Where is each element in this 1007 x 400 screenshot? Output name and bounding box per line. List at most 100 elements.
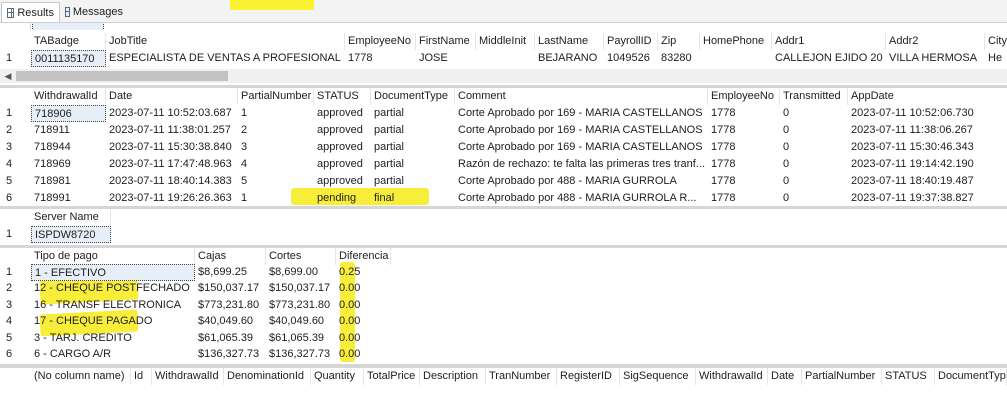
table-cell[interactable]: $8,699.25 [195, 264, 266, 281]
table-cell[interactable]: 0 [780, 156, 848, 173]
column-header[interactable]: RegisterID [557, 368, 620, 385]
table-cell[interactable]: 1778 [345, 50, 416, 67]
column-header[interactable]: MiddleInit [476, 33, 535, 50]
row-number[interactable]: 5 [0, 330, 30, 347]
table-cell[interactable]: 0 [780, 122, 848, 139]
table-cell[interactable]: Corte Aprobado por 169 - MARIA CASTELLAN… [455, 122, 708, 139]
column-header[interactable]: HomePhone [700, 33, 772, 50]
column-header[interactable]: Addr2 [886, 33, 985, 50]
table-cell[interactable]: $136,327.73 [266, 346, 336, 363]
table-cell[interactable]: Razón de rechazo: te falta las primeras … [455, 156, 708, 173]
table-cell[interactable]: 1778 [708, 156, 780, 173]
table-cell[interactable]: $40,049.60 [266, 313, 336, 330]
column-header[interactable]: Date [768, 368, 802, 385]
row-number[interactable]: 4 [0, 156, 30, 173]
table-cell[interactable]: 718911 [31, 122, 106, 139]
column-header[interactable]: PartialNumber [238, 88, 314, 105]
table-cell[interactable]: $136,327.73 [195, 346, 266, 363]
table-cell[interactable]: 2023-07-11 11:38:01.257 [106, 122, 238, 139]
table-cell[interactable]: approved [314, 122, 371, 139]
table-cell[interactable]: 5 [238, 173, 314, 190]
table-cell[interactable]: partial [371, 122, 455, 139]
table-cell[interactable]: BEJARANO [535, 50, 604, 67]
table-cell[interactable]: 2023-07-11 18:40:14.383 [106, 173, 238, 190]
table-cell[interactable]: 1049526 [604, 50, 658, 67]
column-header[interactable]: Diferencia [336, 248, 391, 265]
tab-messages[interactable]: Messages [60, 2, 128, 22]
table-cell[interactable]: 1778 [708, 105, 780, 122]
row-number[interactable]: 3 [0, 297, 30, 314]
row-number[interactable]: 1 [0, 105, 30, 122]
column-header[interactable]: WithdrawalId [696, 368, 768, 385]
column-header[interactable]: TABadge [31, 33, 106, 50]
column-header[interactable]: FirstName [416, 33, 476, 50]
column-header[interactable]: Tipo de pago [31, 248, 195, 265]
table-cell[interactable]: 2023-07-11 17:47:48.963 [106, 156, 238, 173]
row-number[interactable]: 1 [0, 264, 30, 281]
table-cell[interactable]: partial [371, 173, 455, 190]
table-cell[interactable]: 3 [238, 139, 314, 156]
scrollbar-thumb[interactable] [16, 71, 228, 81]
table-cell[interactable]: 2023-07-11 18:40:19.487 [848, 173, 1007, 190]
table-row[interactable]: 2 12 - CHEQUE POSTFECHADO $150,037.17 $150,… [0, 280, 1007, 297]
table-cell[interactable]: ESPECIALISTA DE VENTAS A PROFESIONAL [106, 50, 345, 67]
column-header[interactable]: STATUS [882, 368, 935, 385]
table-cell[interactable]: 0 [780, 105, 848, 122]
table-cell[interactable]: 1778 [708, 173, 780, 190]
table-cell[interactable]: 718981 [31, 173, 106, 190]
table-cell[interactable]: 1778 [708, 139, 780, 156]
table-row[interactable]: 5 718981 2023-07-11 18:40:14.383 5 approved p… [0, 173, 1007, 190]
table-cell[interactable]: Corte Aprobado por 169 - MARIA CASTELLAN… [455, 105, 708, 122]
column-header[interactable]: SigSequence [620, 368, 696, 385]
table-row[interactable]: 66 - CARGO A/R $136,327.73 $136,327.73 0.00 [0, 346, 1007, 363]
column-header[interactable]: City [985, 33, 1007, 50]
column-header[interactable]: WithdrawalId [152, 368, 224, 385]
table-cell[interactable]: 2 [238, 122, 314, 139]
column-header[interactable]: (No column name) [31, 368, 131, 385]
table-cell[interactable]: 0.00 [336, 313, 391, 330]
table-cell[interactable]: VILLA HERMOSA [886, 50, 985, 67]
table-cell[interactable]: 718944 [31, 139, 106, 156]
row-number[interactable]: 6 [0, 190, 30, 207]
table-cell[interactable]: 0.00 [336, 346, 391, 363]
table-cell[interactable]: 1 [238, 190, 314, 207]
column-header[interactable]: Description [420, 368, 486, 385]
table-cell[interactable]: 12 - CHEQUE POSTFECHADO [31, 280, 195, 297]
row-number[interactable]: 1 [0, 50, 30, 67]
table-cell[interactable]: 1778 [708, 122, 780, 139]
column-header[interactable]: EmployeeNo [708, 88, 780, 105]
row-number[interactable]: 2 [0, 122, 30, 139]
row-number[interactable]: 6 [0, 346, 30, 363]
column-header[interactable]: Server Name [31, 209, 111, 226]
table-row[interactable]: 1 ISPDW8720 [0, 226, 1007, 243]
table-cell[interactable]: 0.00 [336, 330, 391, 347]
table-cell[interactable]: Corte Aprobado por 488 - MARIA GURROLA R… [455, 190, 708, 207]
table-cell[interactable] [476, 50, 535, 67]
table-cell[interactable]: final [371, 190, 455, 207]
column-header[interactable]: Id [131, 368, 152, 385]
employee-grid-row[interactable]: 1 0011135170 ESPECIALISTA DE VENTAS A PROF… [0, 50, 1007, 67]
table-cell[interactable]: $40,049.60 [195, 313, 266, 330]
table-row[interactable]: 53 - TARJ. CREDITO $61,065.39 $61,065.39 0.… [0, 330, 1007, 347]
scroll-left-icon[interactable]: ◀ [3, 71, 13, 81]
table-cell[interactable] [700, 50, 772, 67]
table-cell[interactable]: CALLEJON EJIDO 20 [772, 50, 886, 67]
column-header[interactable]: STATUS [314, 88, 371, 105]
table-cell[interactable]: 0.00 [336, 297, 391, 314]
column-header[interactable]: DocumentType [371, 88, 455, 105]
table-cell[interactable]: approved [314, 105, 371, 122]
table-row[interactable]: 1 718906 2023-07-11 10:52:03.687 1 approved p… [0, 105, 1007, 122]
table-cell[interactable]: 83280 [658, 50, 700, 67]
column-header[interactable]: LastName [535, 33, 604, 50]
table-cell[interactable]: partial [371, 105, 455, 122]
row-number[interactable]: 2 [0, 280, 30, 297]
table-cell[interactable]: Corte Aprobado por 488 - MARIA GURROLA [455, 173, 708, 190]
table-row[interactable]: 6 718991 2023-07-11 19:26:26.363 1 pending fi… [0, 190, 1007, 207]
table-row[interactable]: 4 718969 2023-07-11 17:47:48.963 4 approved p… [0, 156, 1007, 173]
table-cell[interactable]: 17 - CHEQUE PAGADO [31, 313, 195, 330]
tab-results[interactable]: Results [1, 2, 60, 22]
column-header[interactable]: PartialNumber [802, 368, 882, 385]
table-cell[interactable]: 0011135170 [31, 50, 106, 67]
column-header[interactable]: DenominationId [224, 368, 311, 385]
table-cell[interactable]: $8,699.00 [266, 264, 336, 281]
